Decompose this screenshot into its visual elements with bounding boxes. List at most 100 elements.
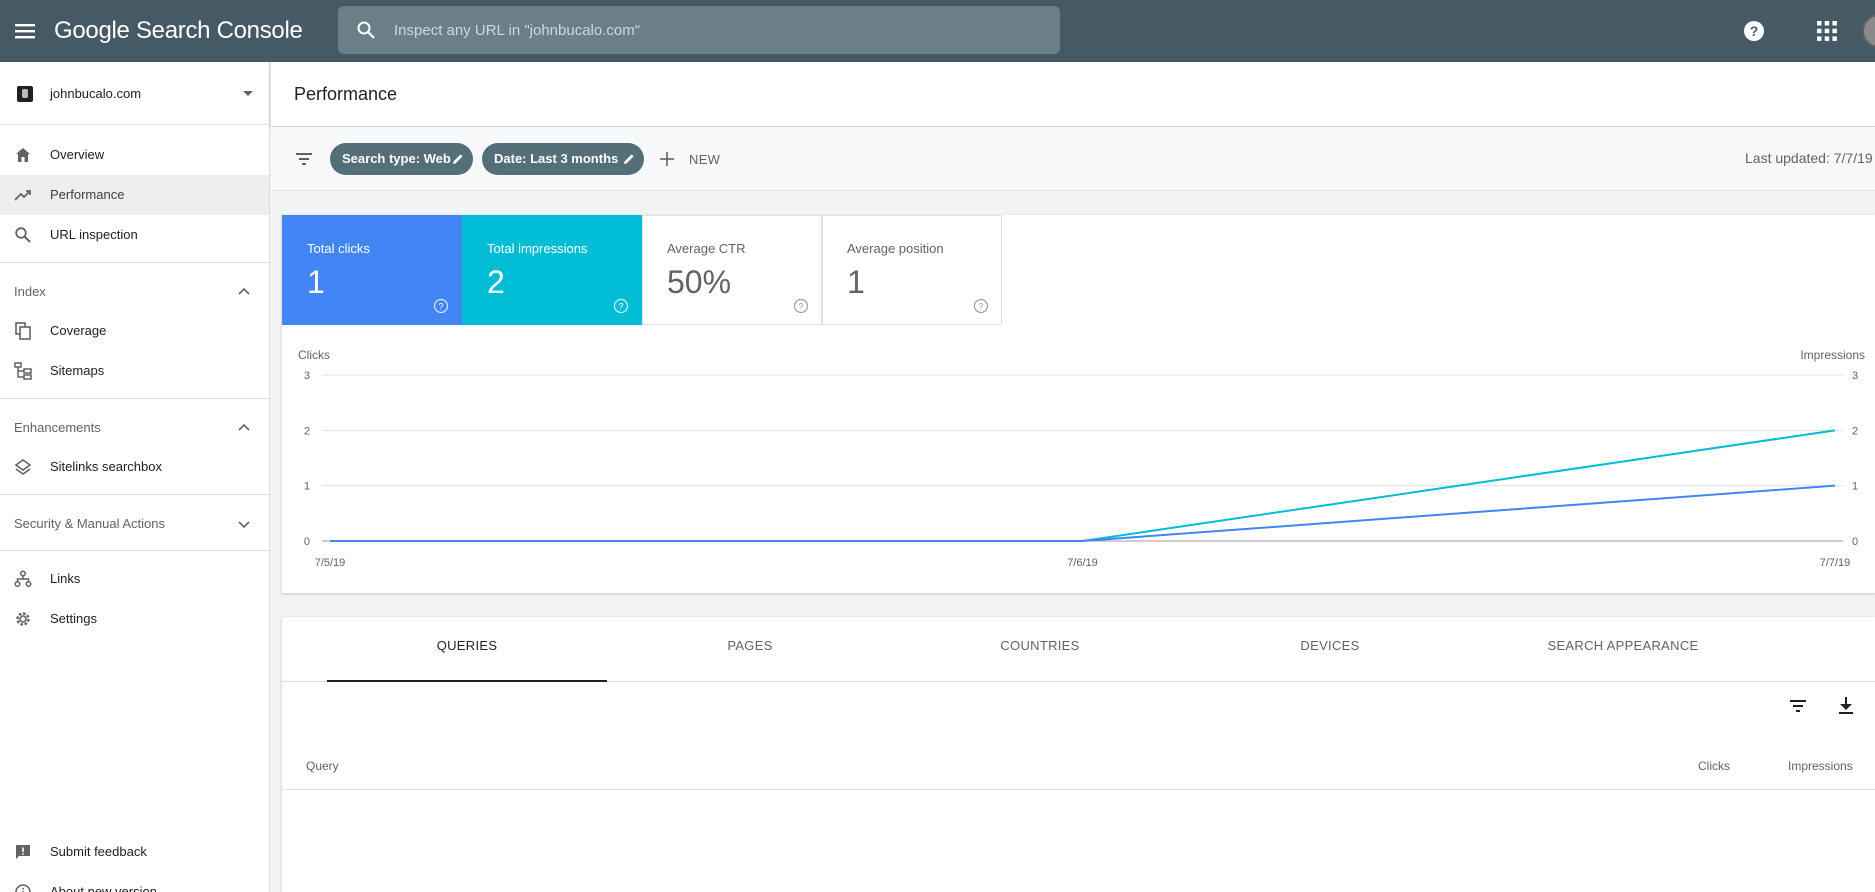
feedback-icon [14,843,32,861]
chevron-down-icon [236,516,252,532]
y-tick-label-left: 2 [304,425,310,437]
filter-icon[interactable] [294,149,314,169]
x-tick-label: 7/5/19 [315,557,346,569]
metric-value: 1 [307,264,325,300]
home-icon [14,146,32,164]
sidebar-item-label: Links [50,571,81,586]
sidebar-item-label: Sitemaps [50,363,105,378]
performance-table-card: QUERIES PAGES COUNTRIES DEVICES SEARCH A… [282,617,1875,892]
section-label: Enhancements [14,420,101,435]
file-copy-icon [14,322,32,340]
metric-value: 1 [847,264,865,300]
performance-chart-card: Total clicks 1 ? Total impressions 2 ? A… [282,215,1875,593]
gear-icon [14,610,32,628]
table-filter-icon[interactable] [1787,695,1809,717]
section-security-manual-actions[interactable]: Security & Manual Actions [0,503,269,543]
section-label: Index [14,284,46,299]
property-selector[interactable]: johnbucalo.com [0,62,269,125]
chip-label: Search type: Web [342,151,451,166]
y-tick-label-left: 1 [304,481,310,493]
svg-text:?: ? [978,302,983,312]
column-header-clicks[interactable]: Clicks [1698,759,1730,773]
pencil-icon [622,152,636,166]
links-tree-icon [14,570,32,588]
tab-devices[interactable]: DEVICES [1190,617,1470,682]
metric-value: 50% [667,264,732,300]
filter-chip-search-type[interactable]: Search type: Web [330,143,473,175]
help-circle-icon[interactable]: ? [613,298,629,314]
sidebar-item-settings[interactable]: Settings [0,599,269,639]
sidebar-item-about-new-version[interactable]: About new version [0,872,269,892]
y-tick-label-right: 1 [1852,481,1858,493]
column-header-impressions[interactable]: Impressions [1788,759,1853,773]
sidebar-item-label: Settings [50,611,97,626]
app-title[interactable]: Google Search Console [54,17,303,45]
apps-grid-icon[interactable] [1816,20,1838,42]
dimension-tabs: QUERIES PAGES COUNTRIES DEVICES SEARCH A… [282,617,1875,682]
last-updated-text: Last updated: 7/7/19 [1745,150,1873,166]
x-tick-label: 7/7/19 [1820,557,1851,569]
help-icon[interactable]: ? [1742,19,1766,43]
page-title: Performance [294,84,398,104]
sidebar-item-label: Overview [50,147,105,162]
sidebar-item-label: Coverage [50,323,107,338]
metric-value: 2 [487,264,505,300]
tab-countries[interactable]: COUNTRIES [900,617,1180,682]
account-avatar[interactable] [1862,14,1875,48]
sidebar-item-performance[interactable]: Performance [0,175,269,215]
metric-label: Total impressions [487,241,588,256]
svg-text:?: ? [1750,23,1759,39]
sidebar-item-coverage[interactable]: Coverage [0,311,269,351]
help-circle-icon[interactable]: ? [433,298,449,314]
chevron-up-icon [236,284,252,300]
help-circle-icon[interactable]: ? [973,298,989,314]
new-filter-button[interactable]: NEW [659,143,739,175]
performance-line-chart: Clicks Impressions 0 0 1 1 2 2 3 3 7/5/19 7/6/19 7… [298,348,1865,569]
sidebar-item-label: Performance [50,187,125,202]
filter-bar: Search type: Web Date: Last 3 months NEW… [271,127,1875,191]
y-axis-label-right: Impressions [1800,348,1865,362]
section-enhancements[interactable]: Enhancements [0,407,269,447]
sidebar-item-overview[interactable]: Overview [0,135,269,175]
column-header-query[interactable]: Query [306,759,339,773]
metric-card-average-ctr[interactable]: Average CTR 50% ? [642,215,822,325]
metric-card-total-clicks[interactable]: Total clicks 1 ? [282,215,462,325]
svg-text:?: ? [798,302,803,312]
search-icon [14,226,32,244]
filter-chip-date[interactable]: Date: Last 3 months [482,143,644,175]
sidebar-item-links[interactable]: Links [0,559,269,599]
download-icon[interactable] [1835,695,1857,717]
metric-card-average-position[interactable]: Average position 1 ? [822,215,1002,325]
site-favicon [17,86,33,102]
svg-text:?: ? [618,302,623,312]
divider [0,398,269,399]
x-tick-label: 7/6/19 [1067,557,1098,569]
top-app-bar: Google Search Console ? [0,0,1875,62]
sidebar-item-sitemaps[interactable]: Sitemaps [0,351,269,391]
sidebar-item-label: Sitelinks searchbox [50,459,162,474]
tab-queries[interactable]: QUERIES [327,617,607,682]
sidebar-item-sitelinks-searchbox[interactable]: Sitelinks searchbox [0,447,269,487]
y-tick-label-right: 0 [1852,536,1858,548]
new-filter-label: NEW [689,152,721,167]
sidebar: johnbucalo.com Overview Performance URL … [0,62,270,892]
search-input[interactable] [394,6,1044,54]
section-index[interactable]: Index [0,271,269,311]
metric-label: Average CTR [667,241,746,256]
sidebar-item-submit-feedback[interactable]: Submit feedback [0,832,269,872]
sidebar-item-url-inspection[interactable]: URL inspection [0,215,269,255]
chip-label: Date: Last 3 months [494,151,619,166]
tab-pages[interactable]: PAGES [610,617,890,682]
url-inspection-search[interactable] [338,6,1060,54]
chevron-up-icon [236,420,252,436]
y-tick-label-right: 3 [1852,370,1858,382]
page-header: Performance [271,62,1875,126]
y-tick-label-left: 0 [304,536,310,548]
y-tick-label-right: 2 [1852,425,1858,437]
plus-icon [659,151,675,167]
section-label: Security & Manual Actions [14,516,166,531]
tab-search-appearance[interactable]: SEARCH APPEARANCE [1478,617,1768,682]
metric-card-total-impressions[interactable]: Total impressions 2 ? [462,215,642,325]
help-circle-icon[interactable]: ? [793,298,809,314]
menu-icon[interactable] [12,19,38,43]
